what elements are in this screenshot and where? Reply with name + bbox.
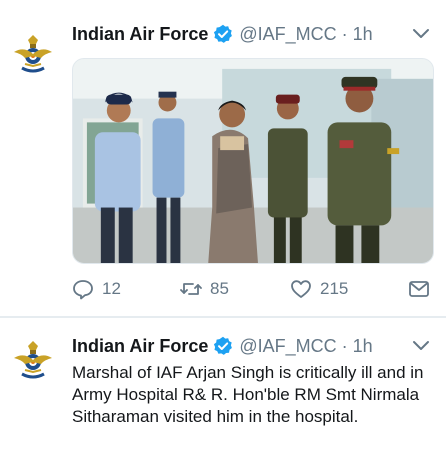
tweet-text: Marshal of IAF Arjan Singh is critically… [72, 363, 424, 426]
author-name[interactable]: Indian Air Force [72, 24, 208, 45]
separator-dot: · [341, 23, 348, 44]
tweet-header: Indian Air Force @IAF_MCC · 1h [72, 334, 373, 358]
tweet-photo[interactable] [72, 58, 434, 264]
iaf-emblem-icon [14, 35, 52, 73]
author-handle[interactable]: @IAF_MCC [239, 336, 336, 357]
tweet[interactable]: Indian Air Force @IAF_MCC · 1h 12 85 215 [0, 0, 446, 316]
retweet-button[interactable]: 85 [180, 276, 229, 302]
author-handle[interactable]: @IAF_MCC [239, 24, 336, 45]
like-count: 215 [320, 279, 349, 298]
timestamp[interactable]: 1h [353, 24, 373, 45]
author-name[interactable]: Indian Air Force [72, 336, 208, 357]
reply-count: 12 [102, 279, 121, 298]
retweet-count: 85 [210, 279, 229, 298]
share-icon [409, 281, 429, 297]
retweet-icon [180, 283, 202, 295]
like-icon [291, 280, 311, 298]
chevron-down-icon[interactable] [410, 22, 432, 44]
tweet[interactable]: Indian Air Force @IAF_MCC · 1h Marshal o… [0, 318, 446, 456]
separator-dot: · [341, 335, 348, 356]
chevron-down-icon[interactable] [410, 334, 432, 356]
share-button[interactable] [408, 276, 430, 302]
avatar[interactable] [8, 336, 58, 386]
iaf-emblem-icon [14, 341, 52, 379]
like-button[interactable]: 215 [290, 276, 348, 302]
verified-badge-icon [213, 24, 233, 44]
reply-button[interactable]: 12 [72, 276, 121, 302]
avatar[interactable] [8, 30, 58, 80]
verified-badge-icon [213, 336, 233, 356]
photo-image [73, 59, 433, 263]
timestamp[interactable]: 1h [353, 336, 373, 357]
tweet-actions: 12 85 215 [72, 276, 434, 302]
reply-icon [73, 280, 93, 300]
tweet-header: Indian Air Force @IAF_MCC · 1h [72, 22, 373, 46]
